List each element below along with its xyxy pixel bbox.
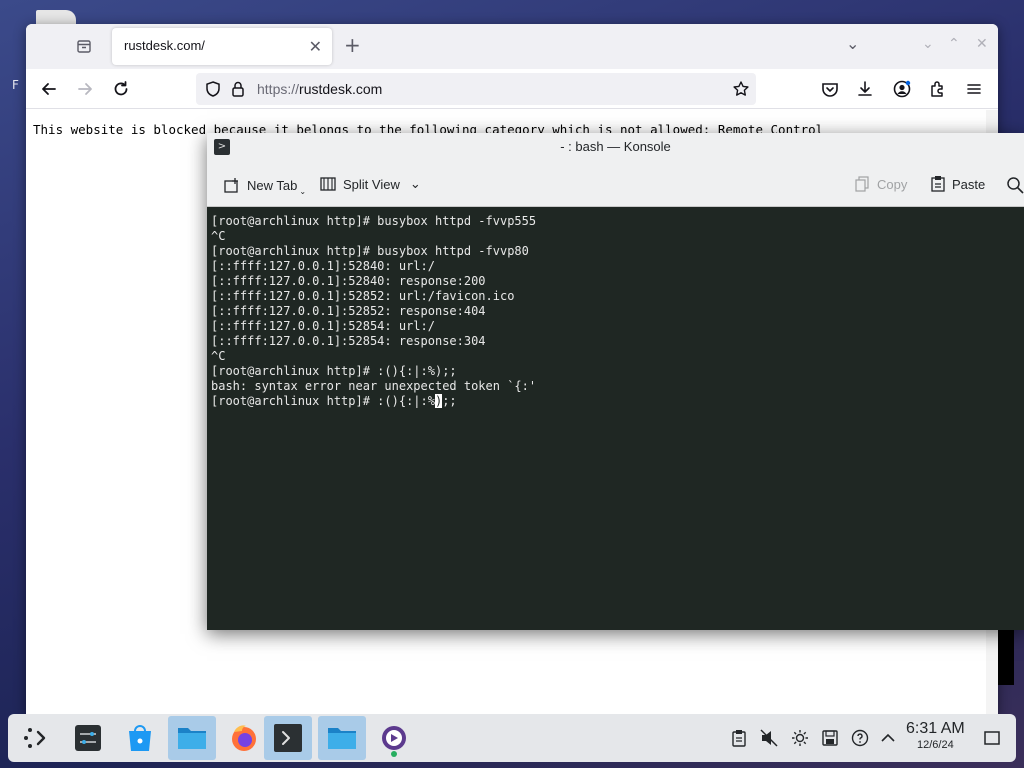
url-text[interactable]: https://rustdesk.com: [257, 81, 382, 97]
close-tab-icon[interactable]: ✕: [309, 37, 322, 56]
digital-clock[interactable]: 6:31 AM 12/6/24: [906, 720, 965, 751]
hamburger-menu-icon[interactable]: [964, 79, 984, 99]
system-settings-icon: [75, 725, 101, 751]
taskbar: 6:31 AM 12/6/24: [8, 714, 1016, 762]
new-tab-icon: [224, 177, 238, 193]
tab-bar: rustdesk.com/ ✕ + ⌄ ⌄ ⌃ ✕: [26, 24, 998, 69]
clipboard-icon[interactable]: [730, 729, 748, 747]
firefox-icon: [232, 725, 256, 751]
terminal-output[interactable]: [root@archlinux http]# busybox httpd -fv…: [207, 208, 1024, 630]
konsole-task[interactable]: [264, 716, 312, 760]
clock-time: 6:31 AM: [906, 720, 965, 737]
konsole-titlebar[interactable]: > - : bash — Konsole: [207, 133, 1024, 162]
discover-store-icon: [129, 725, 151, 751]
terminal-line: [root@archlinux http]# busybox httpd -fv…: [211, 214, 537, 228]
url-bar[interactable]: https://rustdesk.com: [196, 73, 756, 105]
paste-button[interactable]: Paste: [930, 175, 985, 193]
firefox-window-edge: [998, 630, 1014, 685]
firefox-view-icon[interactable]: [76, 38, 92, 54]
tab-title: rustdesk.com/: [124, 38, 205, 53]
split-view-button[interactable]: Split View ⌄: [319, 175, 421, 193]
konsole-toolbar: New Tab ⌄ Split View ⌄ Copy Paste: [207, 162, 1024, 207]
terminal-line: [::ffff:127.0.0.1]:52852: url:/favicon.i…: [211, 289, 515, 303]
terminal-line: [::ffff:127.0.0.1]:52840: url:/: [211, 259, 435, 273]
new-tab-dropdown-icon[interactable]: ⌄: [299, 187, 306, 196]
terminal-line: ^C: [211, 349, 226, 363]
discover-store-task[interactable]: [116, 716, 164, 760]
browser-tab[interactable]: rustdesk.com/ ✕: [112, 28, 332, 65]
terminal-line: [::ffff:127.0.0.1]:52854: response:304: [211, 334, 486, 348]
system-settings-task[interactable]: [64, 716, 112, 760]
copy-label: Copy: [877, 176, 908, 192]
pocket-icon[interactable]: [820, 79, 840, 99]
reload-icon[interactable]: [111, 79, 131, 99]
account-icon[interactable]: [892, 79, 912, 99]
paste-label: Paste: [952, 176, 986, 192]
media-player-task[interactable]: [370, 716, 418, 760]
new-tab-button[interactable]: New Tab ⌄: [223, 175, 306, 196]
extensions-icon[interactable]: [928, 79, 948, 99]
storage-save-icon[interactable]: [821, 729, 839, 747]
terminal-line: bash: syntax error near unexpected token…: [211, 379, 537, 393]
close-window-icon[interactable]: ✕: [976, 36, 988, 52]
terminal-line: [::ffff:127.0.0.1]:52854: url:/: [211, 319, 435, 333]
copy-button[interactable]: Copy: [855, 175, 907, 193]
desktop-icon-label: F: [12, 78, 19, 92]
tray-expand-icon[interactable]: [879, 729, 897, 747]
copy-icon: [855, 176, 869, 192]
split-view-dropdown-icon[interactable]: ⌄: [410, 176, 421, 192]
brightness-icon[interactable]: [791, 729, 809, 747]
lock-icon[interactable]: [230, 80, 246, 98]
clock-date: 12/6/24: [917, 739, 954, 751]
application-launcher-icon: [24, 728, 46, 748]
window-title: - : bash — Konsole: [560, 139, 671, 154]
konsole-window: > - : bash — Konsole New Tab ⌄ Split Vie…: [207, 133, 1024, 630]
application-launcher[interactable]: [12, 716, 60, 760]
media-player-icon: [382, 726, 406, 757]
back-icon[interactable]: [39, 79, 59, 99]
find-icon[interactable]: [1006, 176, 1024, 194]
volume-muted-icon[interactable]: [760, 729, 778, 747]
maximize-icon[interactable]: ⌃: [948, 36, 960, 52]
minimize-icon[interactable]: ⌄: [922, 36, 934, 52]
file-manager-icon: [178, 728, 206, 749]
forward-icon[interactable]: [75, 79, 95, 99]
navigation-bar: https://rustdesk.com: [26, 69, 998, 109]
downloads-icon[interactable]: [855, 79, 875, 99]
new-tab-label: New Tab: [247, 178, 298, 193]
split-view-icon: [320, 177, 336, 191]
firefox-task[interactable]: [220, 716, 268, 760]
list-all-tabs-icon[interactable]: ⌄: [846, 34, 859, 53]
split-view-label: Split View: [343, 176, 400, 192]
terminal-line: [root@archlinux http]# busybox httpd -fv…: [211, 244, 529, 258]
file-manager-task-2[interactable]: [318, 716, 366, 760]
file-manager-icon: [328, 728, 356, 749]
new-tab-icon[interactable]: +: [344, 33, 361, 57]
konsole-icon: [274, 724, 302, 752]
terminal-line: [::ffff:127.0.0.1]:52852: response:404: [211, 304, 486, 318]
show-desktop-icon[interactable]: [983, 729, 1001, 747]
terminal-line: [root@archlinux http]# :(){:|:%);;: [211, 364, 457, 378]
paste-icon: [931, 176, 945, 192]
terminal-prompt-line[interactable]: [root@archlinux http]# :(){:|:%);;: [211, 394, 1020, 409]
terminal-line: ^C: [211, 229, 226, 243]
tracking-protection-shield-icon[interactable]: [204, 80, 222, 98]
help-icon[interactable]: [851, 729, 869, 747]
file-manager-task[interactable]: [168, 716, 216, 760]
bookmark-star-icon[interactable]: [732, 80, 750, 98]
terminal-line: [::ffff:127.0.0.1]:52840: response:200: [211, 274, 486, 288]
